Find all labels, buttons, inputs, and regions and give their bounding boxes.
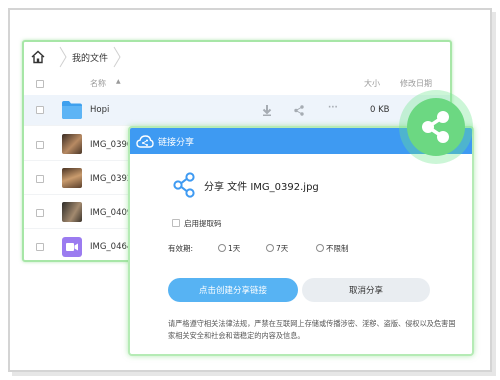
dialog-title: 链接分享 [158,137,195,148]
validity-option-label: 1天 [228,244,241,253]
row-checkbox[interactable] [36,175,44,183]
validity-radio-unlimited[interactable] [316,244,324,252]
video-file-icon [62,237,82,257]
share-file-label: 分享 文件 IMG_0392.jpg [204,182,319,193]
file-name[interactable]: IMG_0390 [90,140,132,150]
image-thumbnail [62,134,82,154]
legal-notice: 请严格遵守相关法律法规，严禁在互联网上存储或传播涉密、淫秽、盗版、侵权以及危害国… [168,319,456,340]
cancel-share-button[interactable]: 取消分享 [302,278,430,302]
validity-radio-7-days[interactable] [266,244,274,252]
table-header: 名称 ▲ 大小 修改日期 [24,72,450,94]
file-size: 0 KB [370,105,390,115]
more-icon[interactable]: ··· [328,103,338,113]
row-checkbox[interactable] [36,141,44,149]
folder-icon [62,101,82,119]
home-icon[interactable] [30,49,46,65]
cloud-share-icon [136,134,154,148]
create-share-link-button[interactable]: 点击创建分享链接 [168,278,298,302]
file-name[interactable]: IMG_0392 [90,174,132,184]
validity-label: 有效期: [168,244,194,253]
image-thumbnail [62,202,82,222]
share-icon [173,172,195,198]
file-name[interactable]: Hopi [90,105,109,115]
share-icon [422,111,449,143]
file-name[interactable]: IMG_0464 [90,242,132,252]
image-thumbnail [62,168,82,188]
row-checkbox[interactable] [36,209,44,217]
validity-option-label: 不限制 [326,244,349,253]
extract-code-label: 启用提取码 [184,219,222,228]
column-name-header[interactable]: 名称 [90,78,106,89]
file-name[interactable]: IMG_0409 [90,208,132,218]
row-checkbox[interactable] [36,243,44,251]
download-icon[interactable] [262,105,272,116]
share-highlight-button[interactable] [407,98,465,156]
share-icon[interactable] [294,105,304,116]
breadcrumb: 我的文件 [30,46,126,68]
breadcrumb-separator-icon [59,46,67,68]
sort-asc-icon[interactable]: ▲ [116,78,121,85]
breadcrumb-current[interactable]: 我的文件 [72,51,108,64]
extract-code-checkbox[interactable] [172,219,180,227]
validity-option-label: 7天 [276,244,289,253]
row-checkbox[interactable] [36,106,44,114]
column-date-header[interactable]: 修改日期 [400,78,432,89]
breadcrumb-separator-icon [113,46,121,68]
table-row[interactable]: Hopi ··· 0 KB [24,95,450,126]
column-size-header[interactable]: 大小 [364,78,380,89]
validity-radio-1-day[interactable] [218,244,226,252]
select-all-checkbox[interactable] [36,80,44,88]
